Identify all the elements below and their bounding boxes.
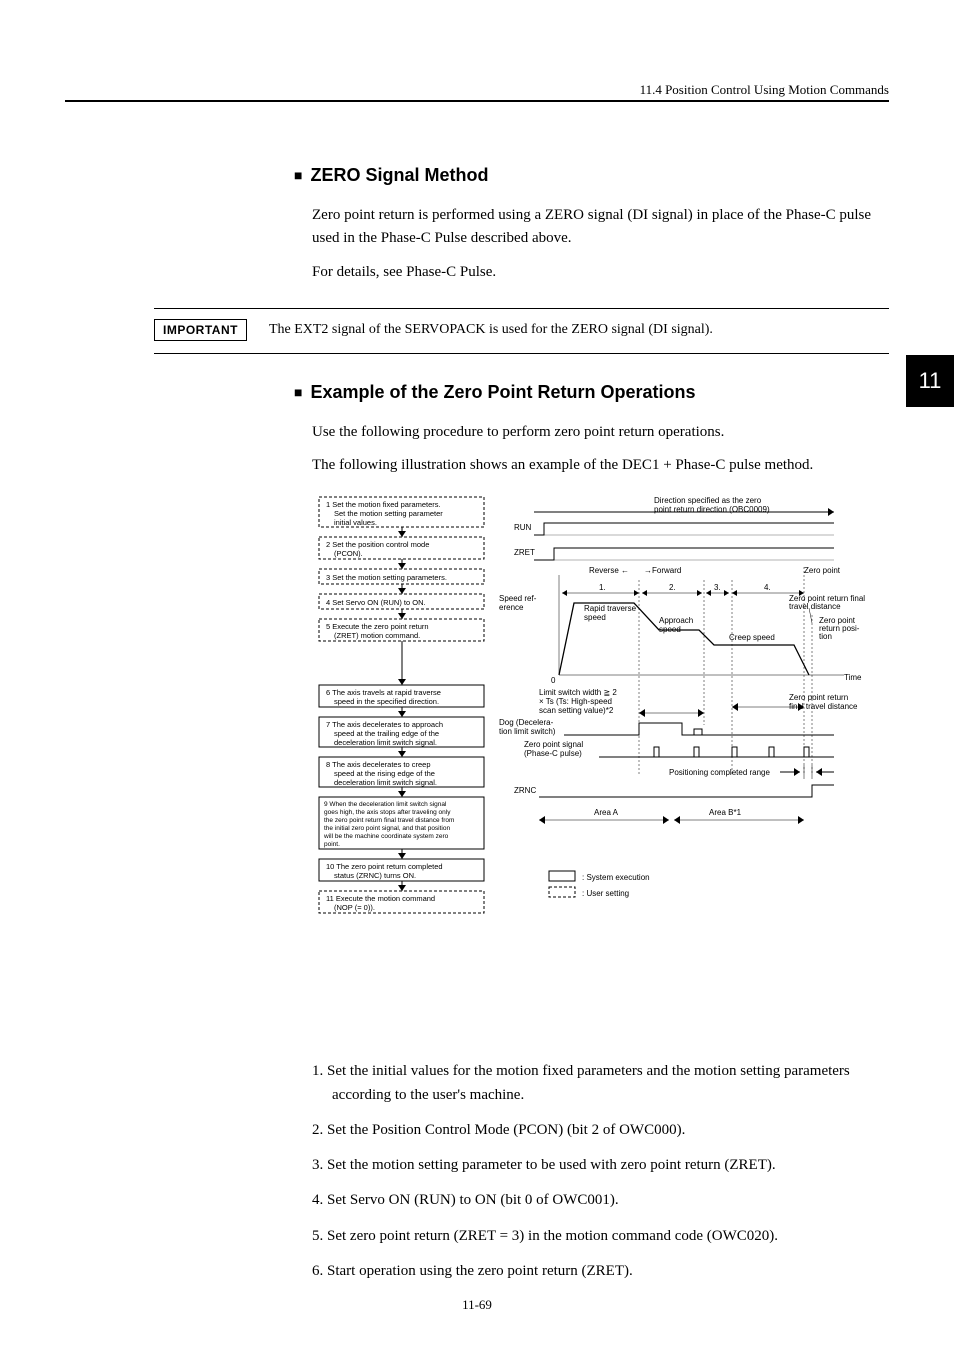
important-text: The EXT2 signal of the SERVOPACK is used…: [269, 322, 713, 338]
list-item: 2. Set the Position Control Mode (PCON) …: [312, 1119, 889, 1142]
svg-text:5 Execute the zero point retu: 5 Execute the zero point return: [326, 622, 429, 631]
svg-text:point.: point.: [324, 841, 340, 848]
svg-text:goes high, the axis stops afte: goes high, the axis stops after travelin…: [324, 809, 451, 816]
important-note: IMPORTANT The EXT2 signal of the SERVOPA…: [154, 319, 889, 341]
example-heading: ■ Example of the Zero Point Return Operat…: [294, 382, 889, 403]
svg-text:(PCON).: (PCON).: [334, 549, 363, 558]
svg-text:speed at the rising edge of th: speed at the rising edge of the: [334, 769, 435, 778]
svg-text:7 The axis decelerates to app: 7 The axis decelerates to approach: [326, 720, 443, 729]
svg-text:speed: speed: [584, 613, 606, 622]
svg-text:Zero point signal: Zero point signal: [524, 740, 583, 749]
svg-text:the zero point return final tr: the zero point return final travel dista…: [324, 817, 454, 824]
svg-text:3 Set the motion setting para: 3 Set the motion setting parameters.: [326, 573, 447, 582]
divider: [154, 353, 889, 354]
flowchart: 1 Set the motion fixed parameters. Set t…: [319, 497, 484, 913]
svg-text:erence: erence: [499, 603, 524, 612]
svg-text:1 Set the motion fixed parame: 1 Set the motion fixed parameters.: [326, 500, 441, 509]
svg-text:Area B*1: Area B*1: [709, 808, 742, 817]
svg-text:(ZRET) motion command.: (ZRET) motion command.: [334, 631, 420, 640]
svg-text:Rapid traverse: Rapid traverse: [584, 604, 637, 613]
svg-text:10 The zero point return compl: 10 The zero point return completed: [326, 862, 443, 871]
svg-text:(NOP (= 0)).: (NOP (= 0)).: [334, 903, 375, 912]
body-text: Use the following procedure to perform z…: [312, 421, 889, 444]
svg-text:point return direction (OBC000: point return direction (OBC0009): [654, 505, 770, 514]
timing-chart: Direction specified as the zero point re…: [499, 496, 865, 898]
list-item: 3. Set the motion setting parameter to b…: [312, 1154, 889, 1177]
svg-text:Approach: Approach: [659, 616, 693, 625]
svg-text:speed in the specified directi: speed in the specified direction.: [334, 697, 439, 706]
svg-text:Reverse ←: Reverse ←: [589, 566, 629, 575]
important-label: IMPORTANT: [154, 319, 247, 341]
svg-text:speed at the trailing edge of: speed at the trailing edge of the: [334, 729, 439, 738]
page-content: ■ ZERO Signal Method Zero point return is…: [294, 165, 889, 1295]
svg-text:Dog (Decelera-: Dog (Decelera-: [499, 718, 554, 727]
svg-text:scan setting value)*2: scan setting value)*2: [539, 706, 614, 715]
svg-text:deceleration limit switch sign: deceleration limit switch signal.: [334, 778, 437, 787]
svg-text:: System execution: : System execution: [582, 873, 650, 882]
page-number: 11-69: [462, 1297, 492, 1313]
svg-text:1.: 1.: [599, 583, 606, 592]
svg-text:4.: 4.: [764, 583, 771, 592]
flowchart-timing-diagram: 1 Set the motion fixed parameters. Set t…: [314, 495, 874, 1035]
zero-signal-heading: ■ ZERO Signal Method: [294, 165, 889, 186]
svg-text:will be the machine coordinate: will be the machine coordinate system ze…: [323, 833, 449, 840]
svg-text:Speed ref-: Speed ref-: [499, 594, 537, 603]
svg-text:Limit switch width ≧ 2: Limit switch width ≧ 2: [539, 688, 617, 697]
svg-text:Time: Time: [844, 673, 862, 682]
svg-text:status (ZRNC) turns ON.: status (ZRNC) turns ON.: [334, 871, 416, 880]
header-rule: [65, 100, 889, 102]
body-text: For details, see Phase-C Pulse.: [312, 261, 889, 284]
list-item: 5. Set zero point return (ZRET = 3) in t…: [312, 1225, 889, 1248]
svg-text:Area A: Area A: [594, 808, 619, 817]
svg-text:3.: 3.: [714, 583, 721, 592]
list-item: 6. Start operation using the zero point …: [312, 1260, 889, 1283]
svg-text:Positioning completed range: Positioning completed range: [669, 768, 771, 777]
svg-text:6 The axis travels at rapid t: 6 The axis travels at rapid traverse: [326, 688, 441, 697]
svg-text:9 When the deceleration limit: 9 When the deceleration limit switch sig…: [324, 801, 447, 808]
heading-text: ZERO Signal Method: [310, 165, 488, 185]
svg-text:: User setting: : User setting: [582, 889, 629, 898]
svg-text:Creep speed: Creep speed: [729, 633, 775, 642]
list-item: 1. Set the initial values for the motion…: [312, 1060, 889, 1107]
body-text: The following illustration shows an exam…: [312, 454, 889, 477]
divider: [154, 308, 889, 309]
svg-text:ZRNC: ZRNC: [514, 786, 536, 795]
svg-text:→Forward: →Forward: [644, 566, 681, 575]
svg-text:Direction specified as the zer: Direction specified as the zero: [654, 496, 762, 505]
svg-text:2 Set the position control mo: 2 Set the position control mode: [326, 540, 429, 549]
svg-text:ZRET: ZRET: [514, 548, 535, 557]
svg-text:tion: tion: [819, 632, 832, 641]
chapter-tab: 11: [906, 355, 954, 407]
svg-text:(Phase-C pulse): (Phase-C pulse): [524, 749, 582, 758]
diagram: 1 Set the motion fixed parameters. Set t…: [314, 495, 889, 1040]
svg-text:Zero point return: Zero point return: [789, 693, 848, 702]
body-text: Zero point return is performed using a Z…: [312, 204, 889, 251]
svg-text:Zero point: Zero point: [804, 566, 841, 575]
header-section: 11.4 Position Control Using Motion Comma…: [640, 82, 889, 98]
square-bullet-icon: ■: [294, 167, 302, 183]
svg-text:deceleration limit switch sign: deceleration limit switch signal.: [334, 738, 437, 747]
svg-text:speed: speed: [659, 625, 681, 634]
svg-text:11 Execute the motion command: 11 Execute the motion command: [326, 894, 435, 903]
svg-text:4 Set Servo ON (RUN) to ON.: 4 Set Servo ON (RUN) to ON.: [326, 598, 426, 607]
svg-text:2.: 2.: [669, 583, 676, 592]
svg-text:tion limit switch): tion limit switch): [499, 727, 556, 736]
square-bullet-icon: ■: [294, 384, 302, 400]
svg-text:travel distance: travel distance: [789, 602, 841, 611]
svg-text:× Ts (Ts: High-speed: × Ts (Ts: High-speed: [539, 697, 612, 706]
list-item: 4. Set Servo ON (RUN) to ON (bit 0 of OW…: [312, 1189, 889, 1212]
svg-text:0: 0: [551, 676, 556, 685]
heading-text: Example of the Zero Point Return Operati…: [310, 382, 695, 402]
svg-text:Set the motion setting paramet: Set the motion setting parameter: [334, 509, 443, 518]
svg-text:the initial zero point signal,: the initial zero point signal, and that …: [324, 825, 450, 832]
svg-text:initial values.: initial values.: [334, 518, 377, 527]
svg-text:8 The axis decelerates to cre: 8 The axis decelerates to creep: [326, 760, 431, 769]
svg-text:RUN: RUN: [514, 523, 532, 532]
